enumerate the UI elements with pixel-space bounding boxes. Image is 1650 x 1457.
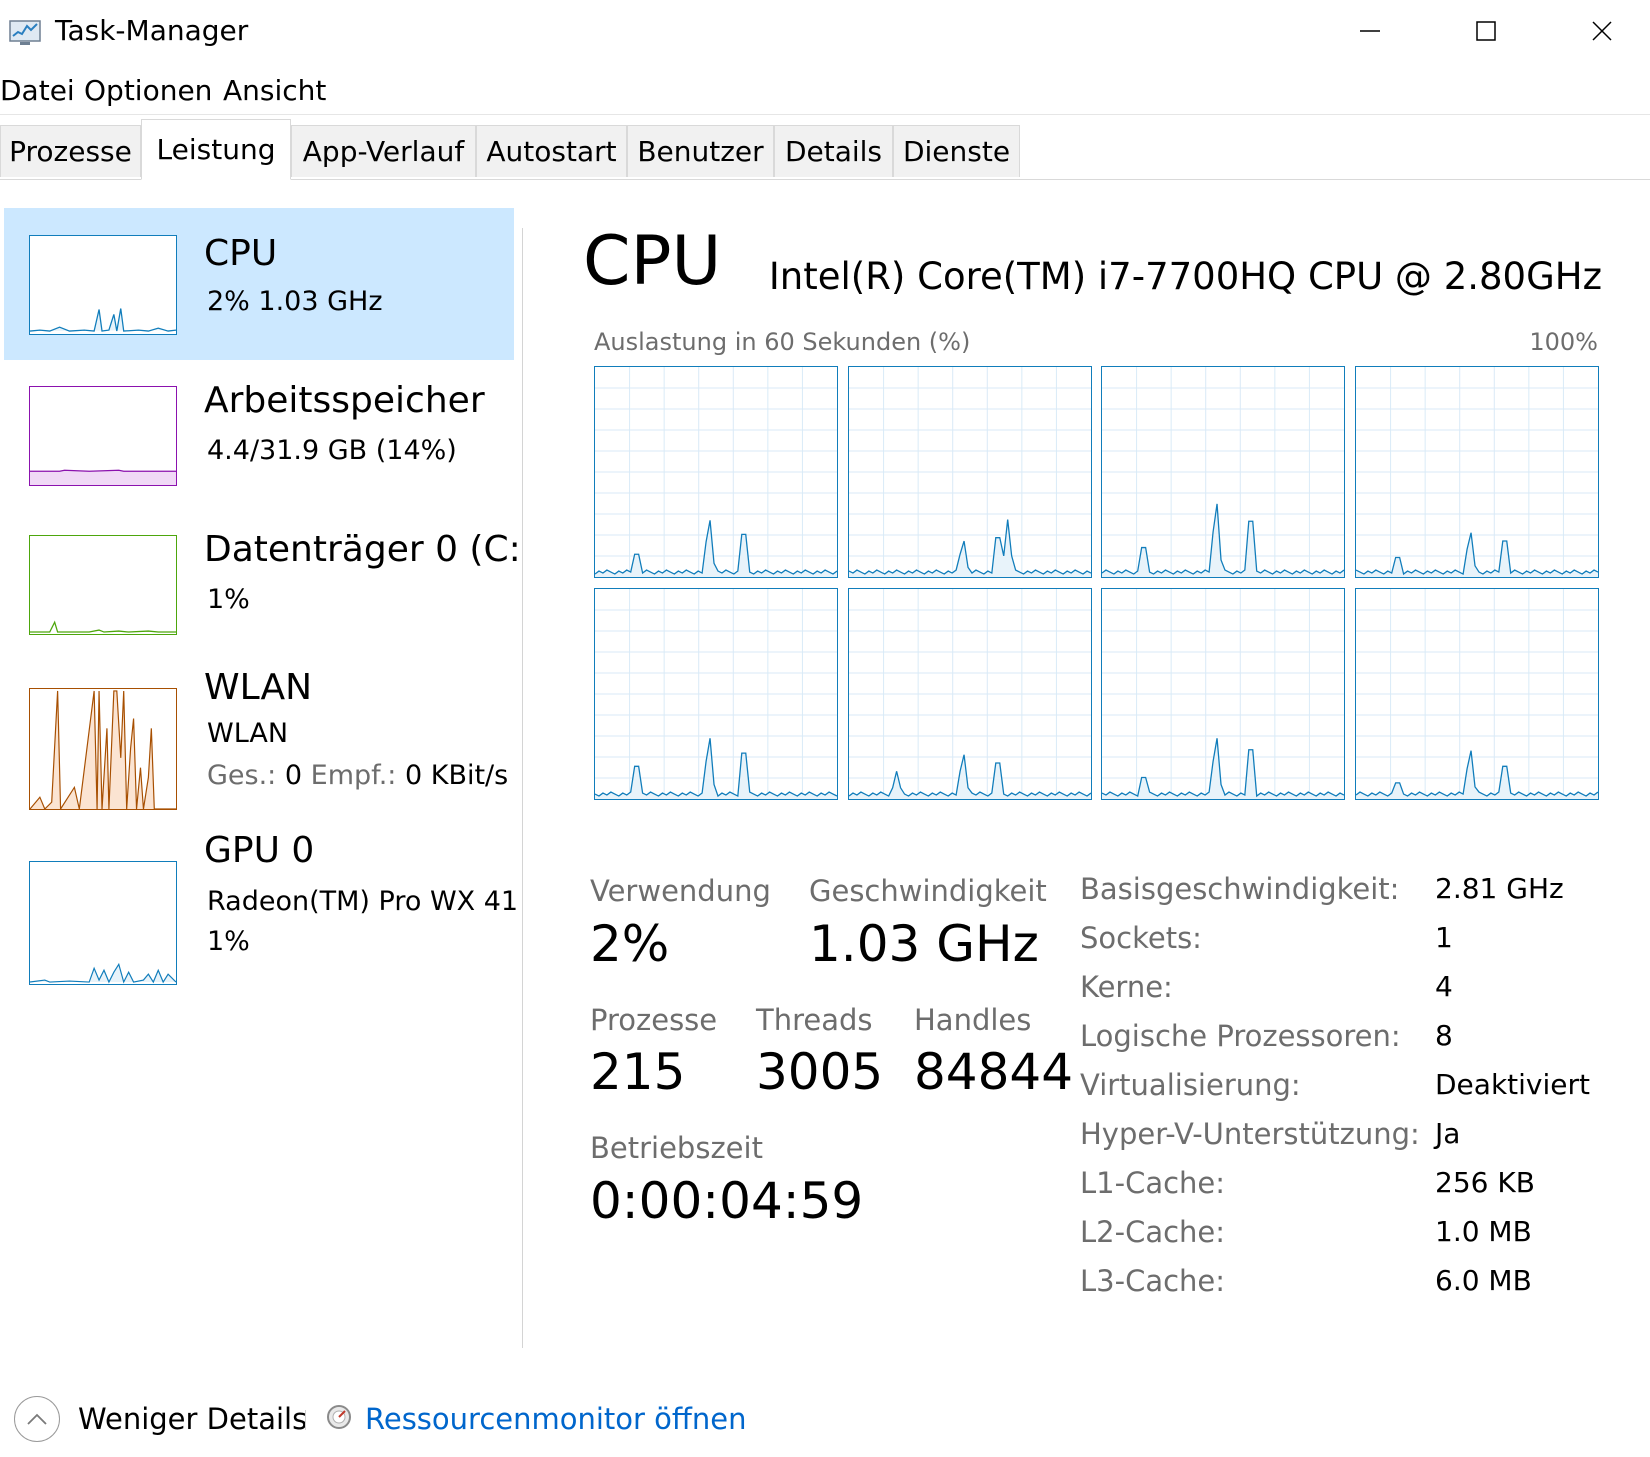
info-value: 1 bbox=[1435, 921, 1453, 954]
cpu-model-name: Intel(R) Core(TM) i7-7700HQ CPU @ 2.80GH… bbox=[768, 255, 1602, 298]
uptime-value: 0:00:04:59 bbox=[590, 1172, 864, 1230]
menu-bar: Datei Optionen Ansicht bbox=[0, 70, 1650, 115]
tab-autostart[interactable]: Autostart bbox=[476, 125, 627, 177]
tab-details[interactable]: Details bbox=[774, 125, 893, 177]
handles-value: 84844 bbox=[914, 1043, 1074, 1101]
tab-prozesse[interactable]: Prozesse bbox=[0, 125, 141, 177]
wlan-send-label: Ges.: bbox=[207, 760, 277, 791]
sidebar-divider[interactable] bbox=[522, 228, 523, 1348]
threads-value: 3005 bbox=[756, 1043, 884, 1101]
tab-bar: Prozesse Leistung App-Verlauf Autostart … bbox=[0, 119, 1650, 180]
wlan-receive-label: Empf.: bbox=[310, 760, 397, 791]
sidebar-item-wlan[interactable]: WLAN WLAN Ges.: 0 Empf.: 0 KBit/s bbox=[4, 664, 514, 816]
tab-benutzer[interactable]: Benutzer bbox=[627, 125, 774, 177]
disk-thumbnail-graph bbox=[29, 535, 177, 635]
footer-bar: Weniger Details Ressourcenmonitor öffnen bbox=[0, 1380, 1650, 1457]
info-value: 4 bbox=[1435, 970, 1453, 1003]
sidebar-disk-title: Datenträger 0 (C: bbox=[204, 529, 521, 570]
sidebar-wlan-adapter: WLAN bbox=[207, 718, 289, 749]
info-value: 256 KB bbox=[1435, 1166, 1535, 1199]
sidebar-item-memory[interactable]: Arbeitsspeicher 4.4/31.9 GB (14%) bbox=[4, 360, 514, 512]
sidebar-cpu-title: CPU bbox=[204, 233, 278, 274]
wlan-receive-value: 0 KBit/s bbox=[404, 760, 509, 791]
logical-processor-graph bbox=[594, 366, 838, 578]
processes-label: Prozesse bbox=[590, 1003, 718, 1037]
info-value: 2.81 GHz bbox=[1435, 872, 1564, 905]
processes-value: 215 bbox=[590, 1043, 686, 1101]
resource-monitor-link[interactable]: Ressourcenmonitor öffnen bbox=[365, 1402, 747, 1436]
sidebar-wlan-throughput: Ges.: 0 Empf.: 0 KBit/s bbox=[207, 760, 508, 791]
title-bar: Task-Manager bbox=[0, 0, 1650, 62]
menu-optionen[interactable]: Optionen bbox=[84, 74, 212, 107]
logical-processor-graph bbox=[848, 366, 1092, 578]
sidebar-memory-value: 4.4/31.9 GB (14%) bbox=[207, 435, 457, 466]
info-label: Logische Prozessoren: bbox=[1080, 1019, 1401, 1053]
speed-label: Geschwindigkeit bbox=[809, 874, 1047, 908]
info-label: Sockets: bbox=[1080, 921, 1202, 955]
sidebar-item-cpu[interactable]: CPU 2% 1.03 GHz bbox=[4, 208, 514, 360]
info-label: L3-Cache: bbox=[1080, 1264, 1226, 1298]
window-title: Task-Manager bbox=[55, 14, 249, 47]
logical-processor-graph bbox=[1355, 588, 1599, 800]
handles-label: Handles bbox=[914, 1003, 1032, 1037]
logical-processor-graph bbox=[1101, 588, 1345, 800]
fewer-details-link[interactable]: Weniger Details bbox=[78, 1402, 307, 1436]
menu-datei[interactable]: Datei bbox=[0, 74, 75, 107]
sidebar-disk-value: 1% bbox=[207, 584, 250, 615]
logical-processor-graph bbox=[848, 588, 1092, 800]
minimize-icon bbox=[1360, 30, 1380, 32]
sidebar-gpu-title: GPU 0 bbox=[204, 830, 315, 871]
sidebar-memory-title: Arbeitsspeicher bbox=[204, 380, 485, 421]
logical-processor-graph bbox=[1101, 366, 1345, 578]
sidebar-gpu-model: Radeon(TM) Pro WX 41 bbox=[207, 886, 519, 917]
sidebar-cpu-value: 2% 1.03 GHz bbox=[207, 286, 383, 317]
info-label: Kerne: bbox=[1080, 970, 1173, 1004]
cpu-thumbnail-graph bbox=[29, 235, 177, 335]
gpu-thumbnail-graph bbox=[29, 861, 177, 985]
close-button[interactable] bbox=[1567, 8, 1637, 54]
info-label: Virtualisierung: bbox=[1080, 1068, 1301, 1102]
sidebar-item-gpu[interactable]: GPU 0 Radeon(TM) Pro WX 41 1% bbox=[4, 830, 518, 985]
info-value: Ja bbox=[1435, 1117, 1461, 1150]
wlan-thumbnail-graph bbox=[29, 688, 177, 810]
sidebar-item-disk[interactable]: Datenträger 0 (C: 1% bbox=[4, 511, 521, 663]
sidebar-wlan-title: WLAN bbox=[204, 667, 313, 708]
fewer-details-button[interactable] bbox=[14, 1396, 60, 1442]
wlan-send-value: 0 bbox=[284, 760, 303, 791]
menu-ansicht[interactable]: Ansicht bbox=[223, 74, 326, 107]
logical-processor-graphs[interactable] bbox=[594, 366, 1599, 802]
memory-thumbnail-graph bbox=[29, 386, 177, 486]
footer-separator bbox=[305, 1410, 306, 1430]
resource-sidebar: CPU 2% 1.03 GHz Arbeitsspeicher 4.4/31.9… bbox=[0, 205, 521, 1350]
threads-label: Threads bbox=[756, 1003, 873, 1037]
graph-caption: Auslastung in 60 Sekunden (%) bbox=[594, 328, 971, 356]
graph-max-label: 100% bbox=[1529, 328, 1598, 356]
speed-value: 1.03 GHz bbox=[809, 915, 1039, 973]
resource-monitor-icon bbox=[326, 1404, 352, 1430]
tab-app-verlauf[interactable]: App-Verlauf bbox=[291, 125, 476, 177]
tab-dienste[interactable]: Dienste bbox=[893, 125, 1020, 177]
page-title: CPU bbox=[583, 222, 722, 301]
info-label: L1-Cache: bbox=[1080, 1166, 1226, 1200]
info-value: Deaktiviert bbox=[1435, 1068, 1590, 1101]
info-label: L2-Cache: bbox=[1080, 1215, 1226, 1249]
minimize-button[interactable] bbox=[1335, 8, 1405, 54]
logical-processor-graph bbox=[1355, 366, 1599, 578]
uptime-label: Betriebszeit bbox=[590, 1131, 763, 1165]
sidebar-gpu-value: 1% bbox=[207, 926, 250, 957]
info-value: 6.0 MB bbox=[1435, 1264, 1532, 1297]
usage-value: 2% bbox=[590, 915, 670, 973]
info-label: Basisgeschwindigkeit: bbox=[1080, 872, 1400, 906]
info-label: Hyper-V-Unterstützung: bbox=[1080, 1117, 1420, 1151]
info-value: 1.0 MB bbox=[1435, 1215, 1532, 1248]
maximize-button[interactable] bbox=[1451, 8, 1521, 54]
chevron-up-icon bbox=[27, 1413, 47, 1425]
close-icon bbox=[1592, 21, 1612, 41]
logical-processor-graph bbox=[594, 588, 838, 800]
info-value: 8 bbox=[1435, 1019, 1453, 1052]
maximize-icon bbox=[1476, 21, 1496, 41]
task-manager-icon bbox=[8, 18, 42, 48]
usage-label: Verwendung bbox=[590, 874, 771, 908]
tab-leistung[interactable]: Leistung bbox=[141, 119, 291, 180]
